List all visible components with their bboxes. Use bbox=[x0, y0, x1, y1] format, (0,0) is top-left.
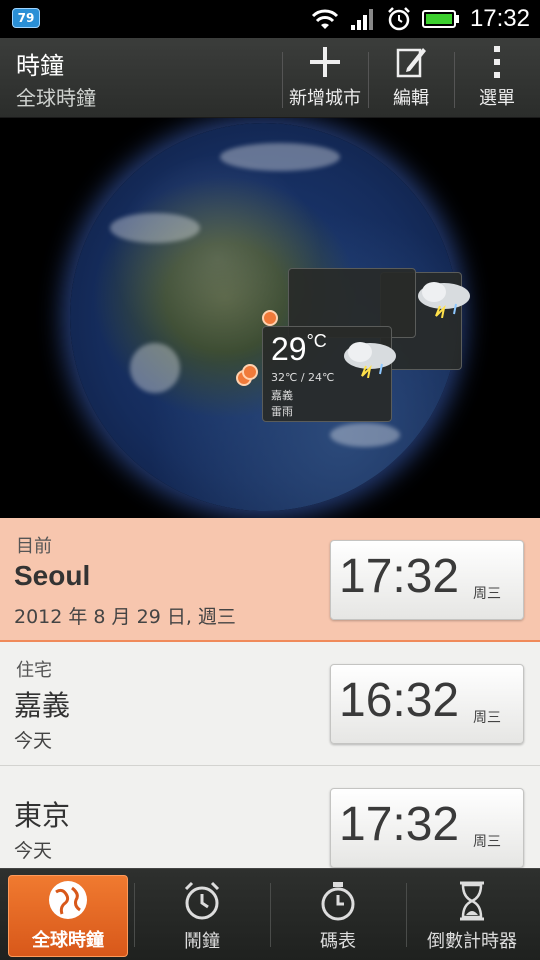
weather-city: 嘉義 bbox=[271, 389, 293, 402]
city-list: 目前 Seoul 2012 年 8 月 29 日, 週三 17:32 周三 住宅… bbox=[0, 518, 540, 890]
weather-range: 32℃ / 24℃ bbox=[271, 371, 335, 384]
battery-icon bbox=[421, 10, 459, 28]
weather-condition: 雷雨 bbox=[271, 405, 293, 418]
tab-label: 倒數計時器 bbox=[427, 931, 517, 952]
weather-temperature: 29°C bbox=[271, 331, 327, 368]
tab-label: 鬧鐘 bbox=[184, 931, 220, 952]
tab-label: 全球時鐘 bbox=[32, 930, 104, 951]
row-date: 今天 bbox=[14, 840, 53, 862]
hourglass-icon bbox=[460, 881, 484, 921]
row-city-name: Seoul bbox=[14, 560, 91, 591]
tab-world-clock[interactable]: 全球時鐘 bbox=[8, 875, 128, 957]
status-time: 17:32 bbox=[469, 5, 530, 32]
alarm-clock-icon bbox=[184, 881, 220, 920]
app-title: 時鐘 bbox=[16, 52, 64, 80]
clock-display: 17:32 周三 bbox=[330, 788, 524, 868]
status-icons: 17:32 bbox=[310, 0, 530, 38]
menu-button[interactable]: 選單 bbox=[456, 38, 538, 118]
city-row-current[interactable]: 目前 Seoul 2012 年 8 月 29 日, 週三 17:32 周三 bbox=[0, 518, 540, 642]
clock-time: 16:32 bbox=[339, 674, 460, 727]
tab-stopwatch[interactable]: 碼表 bbox=[274, 875, 402, 957]
row-city-name: 嘉義 bbox=[14, 689, 71, 722]
plus-icon bbox=[310, 47, 340, 77]
overflow-menu-icon bbox=[494, 46, 500, 78]
signal-icon bbox=[350, 9, 373, 30]
stopwatch-icon bbox=[321, 882, 355, 921]
city-row-home[interactable]: 住宅 嘉義 今天 16:32 周三 bbox=[0, 642, 540, 766]
app-subtitle: 全球時鐘 bbox=[16, 86, 96, 110]
divider bbox=[368, 52, 369, 108]
divider bbox=[406, 883, 407, 947]
row-city-name: 東京 bbox=[14, 799, 71, 832]
globe-icon bbox=[49, 881, 87, 919]
thunderstorm-icon bbox=[418, 282, 470, 318]
add-city-button[interactable]: 新增城市 bbox=[284, 38, 366, 118]
row-date: 2012 年 8 月 29 日, 週三 bbox=[14, 606, 236, 628]
action-bar: 時鐘 全球時鐘 新增城市 編輯 選單 bbox=[0, 38, 540, 118]
tab-label: 碼表 bbox=[320, 931, 356, 952]
divider bbox=[134, 883, 135, 947]
menu-label: 選單 bbox=[479, 88, 515, 109]
edit-label: 編輯 bbox=[393, 88, 429, 109]
cloud bbox=[220, 143, 340, 171]
divider bbox=[282, 52, 283, 108]
notification-badge: 79 bbox=[12, 8, 40, 28]
thunderstorm-icon bbox=[344, 342, 396, 378]
city-marker-seoul[interactable] bbox=[262, 310, 278, 326]
divider bbox=[454, 52, 455, 108]
clock-day: 周三 bbox=[473, 710, 501, 726]
cloud bbox=[110, 213, 200, 243]
alarm-icon bbox=[388, 7, 410, 31]
clock-time: 17:32 bbox=[339, 798, 460, 851]
clock-time: 17:32 bbox=[339, 550, 460, 603]
row-label: 住宅 bbox=[16, 660, 52, 681]
row-label: 目前 bbox=[16, 536, 52, 557]
city-marker-tokyo[interactable] bbox=[242, 364, 258, 380]
temperature-value: 29 bbox=[271, 331, 307, 367]
clock-display: 17:32 周三 bbox=[330, 540, 524, 620]
divider bbox=[270, 883, 271, 947]
bottom-tab-bar: 全球時鐘 鬧鐘 碼表 倒數計時器 bbox=[0, 868, 540, 960]
clock-display: 16:32 周三 bbox=[330, 664, 524, 744]
tab-alarm[interactable]: 鬧鐘 bbox=[138, 875, 266, 957]
clock-day: 周三 bbox=[473, 586, 501, 602]
status-bar: 79 17:32 bbox=[0, 0, 540, 38]
wifi-icon bbox=[311, 9, 338, 29]
clock-day: 周三 bbox=[473, 834, 501, 850]
edit-button[interactable]: 編輯 bbox=[370, 38, 452, 118]
add-city-label: 新增城市 bbox=[289, 88, 361, 109]
temperature-unit: °C bbox=[306, 331, 327, 351]
cloud bbox=[130, 343, 180, 393]
edit-icon bbox=[396, 48, 426, 78]
tab-timer[interactable]: 倒數計時器 bbox=[410, 875, 534, 957]
world-globe[interactable]: 29°C 32℃ / 24℃ 嘉義 雷雨 bbox=[0, 118, 540, 518]
cloud bbox=[330, 423, 400, 447]
row-date: 今天 bbox=[14, 730, 53, 752]
